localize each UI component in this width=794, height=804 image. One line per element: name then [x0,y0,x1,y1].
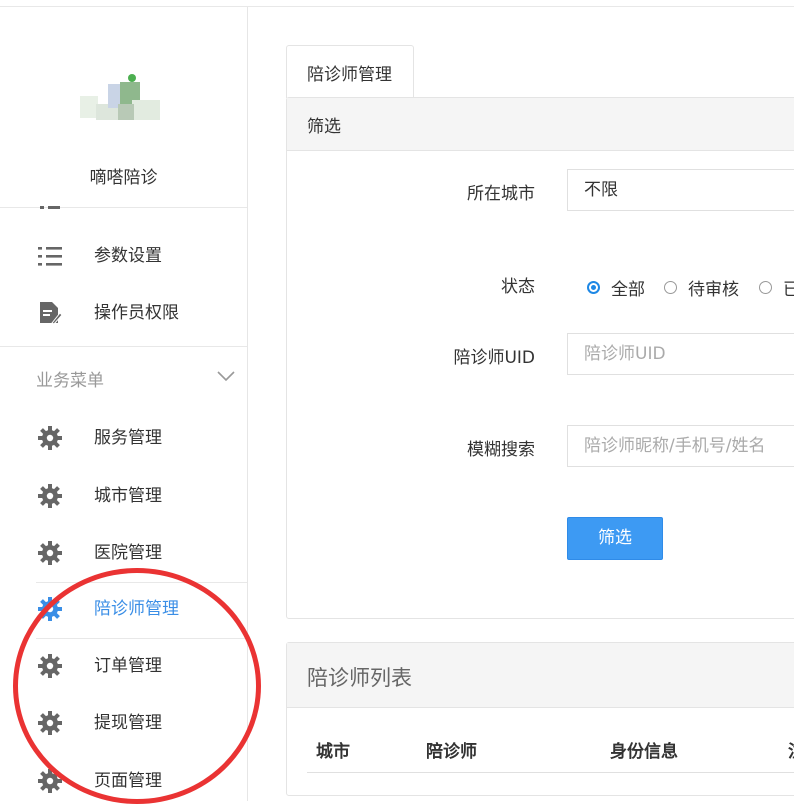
sidebar-group-divider [0,346,247,347]
filter-panel-title: 筛选 [307,117,341,137]
status-radio-pending[interactable]: 待审核 [664,275,739,300]
sidebar-item-label: 操作员权限 [94,303,179,323]
filter-button[interactable]: 筛选 [567,517,663,560]
sidebar-item-label: 服务管理 [94,428,162,448]
annotation-circle [13,568,261,804]
document-edit-icon [38,301,63,325]
sidebar-item-service[interactable]: 服务管理 [0,410,247,466]
search-input[interactable] [567,425,794,467]
uid-label: 陪诊师UID [453,348,535,368]
sidebar-group-title[interactable]: 业务菜单 [36,366,104,391]
chevron-down-icon[interactable] [217,367,235,382]
status-radio-all[interactable]: 全部 [587,275,645,300]
escort-list-panel: 陪诊师列表 城市 陪诊师 身份信息 注 [286,642,794,796]
city-label: 所在城市 [467,184,535,204]
radio-unchecked-icon [664,281,677,294]
status-label: 状态 [501,277,535,297]
gear-icon [38,484,62,508]
column-header-identity[interactable]: 身份信息 [610,737,678,762]
sidebar-item-city[interactable]: 城市管理 [0,468,247,524]
list-panel-title: 陪诊师列表 [307,666,412,690]
status-radio-other[interactable]: 已 [759,275,794,300]
table-header-divider [307,772,794,773]
list-icon [38,244,62,268]
radio-label: 全部 [611,280,645,300]
radio-unchecked-icon [759,281,772,294]
tab-escort-management[interactable]: 陪诊师管理 [286,45,414,98]
column-header-escort[interactable]: 陪诊师 [426,737,477,762]
radio-checked-icon [587,281,600,294]
sidebar-item-label: 医院管理 [94,543,162,563]
radio-label: 已 [783,280,794,300]
tab-label: 陪诊师管理 [307,65,392,85]
list-panel-header: 陪诊师列表 [287,643,794,708]
column-header-city[interactable]: 城市 [316,737,350,762]
sidebar-item-operator-permissions[interactable]: 操作员权限 [0,285,247,341]
filter-panel: 筛选 所在城市 不限 状态 全部 待审核 已 陪诊师UID 模糊搜索 筛选 [286,97,794,619]
column-header-partial[interactable]: 注 [788,737,794,762]
sidebar-item-params[interactable]: 参数设置 [0,228,247,284]
partial-menu-icon [40,201,60,211]
search-label: 模糊搜索 [467,440,535,460]
uid-input[interactable] [567,333,794,375]
app-logo [80,74,162,122]
gear-icon [38,426,62,450]
sidebar-divider-line [0,207,247,208]
app-brand-name: 嘀嗒陪诊 [89,168,158,188]
sidebar-item-label: 参数设置 [94,246,162,266]
filter-panel-header: 筛选 [287,98,794,151]
radio-label: 待审核 [688,280,739,300]
city-select[interactable]: 不限 [567,169,794,211]
sidebar-item-label: 城市管理 [94,486,162,506]
gear-icon [38,541,62,565]
